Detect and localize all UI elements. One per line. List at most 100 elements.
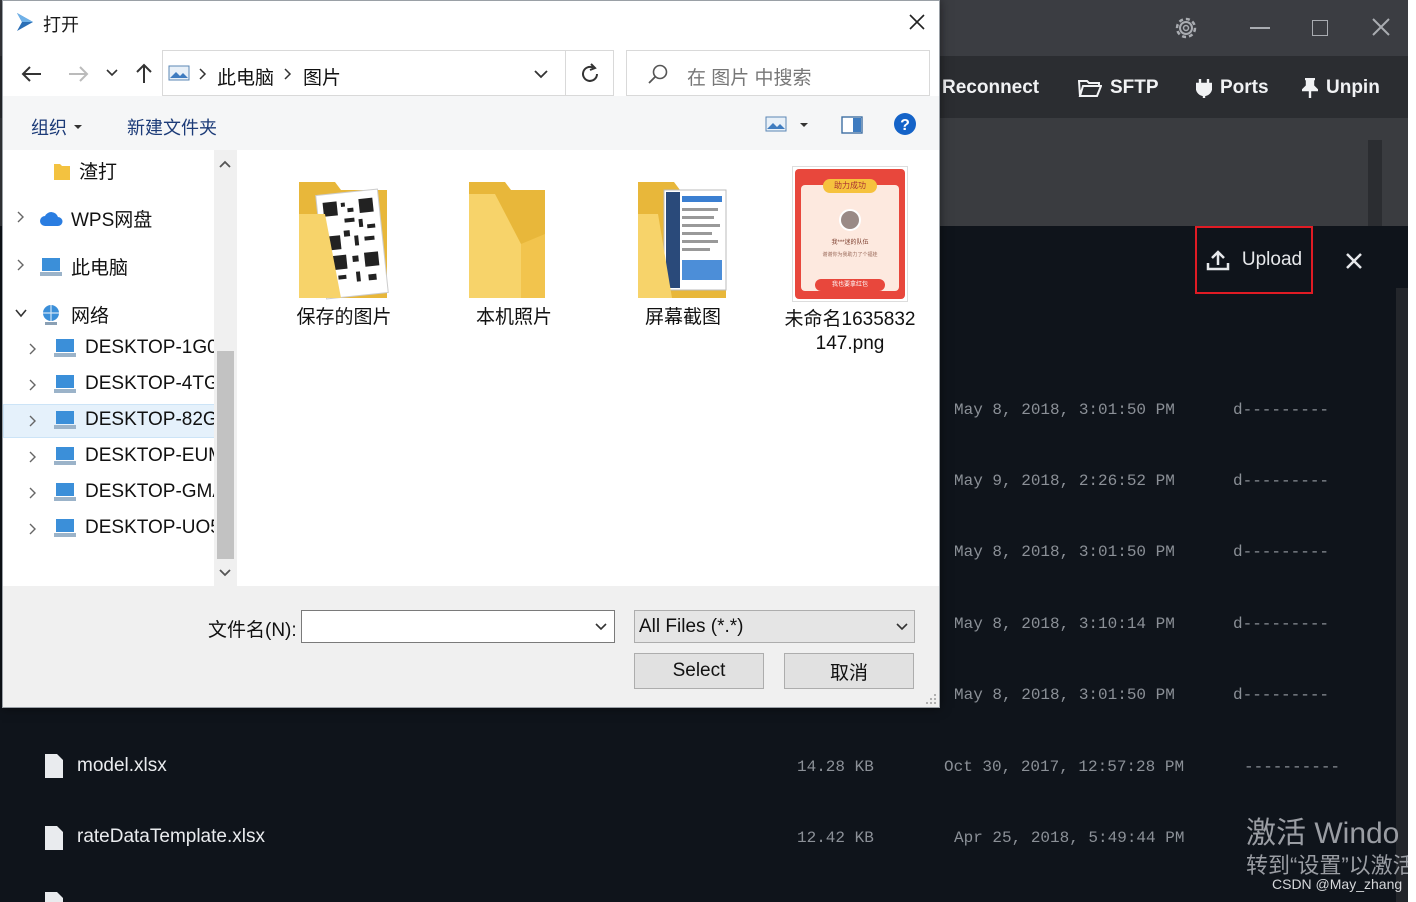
help-icon[interactable]: ?: [893, 112, 917, 136]
expand-chevron-icon[interactable]: [15, 211, 27, 223]
sidebar-item-desktop-4tg6[interactable]: DESKTOP-4TG6: [53, 373, 229, 395]
expand-chevron-icon[interactable]: [27, 415, 39, 427]
thumbnail-note: 谢谢你为我助力了个福娃: [822, 252, 878, 258]
new-folder-button[interactable]: 新建文件夹: [127, 114, 217, 140]
breadcrumb-item-pictures[interactable]: 图片: [303, 63, 341, 90]
breadcrumb-item-this-pc[interactable]: 此电脑: [217, 63, 274, 90]
refresh-icon[interactable]: [579, 63, 601, 85]
collapse-chevron-icon[interactable]: [15, 307, 27, 319]
caret-down-icon[interactable]: [799, 121, 809, 129]
search-icon: [648, 64, 668, 84]
folder-row-perms: d---------: [1233, 615, 1330, 633]
expand-chevron-icon[interactable]: [27, 487, 39, 499]
folder-tile-screenshots[interactable]: 屏幕截图: [618, 174, 748, 334]
folder-icon: [54, 163, 70, 180]
unpin-label: Unpin: [1326, 77, 1380, 98]
expand-chevron-icon[interactable]: [27, 523, 39, 535]
reconnect-button[interactable]: Reconnect: [942, 74, 1039, 102]
breadcrumb-chevron-icon: [284, 68, 292, 80]
back-arrow-icon[interactable]: [19, 61, 45, 87]
sidebar-item-network[interactable]: 网络: [39, 301, 109, 328]
preview-pane-icon[interactable]: [841, 116, 863, 134]
filename-history-chevron-icon[interactable]: [594, 622, 608, 632]
organize-label: 组织: [31, 118, 67, 138]
strip-scrollbar[interactable]: [1368, 140, 1382, 226]
table-row[interactable]: model.xlsx 14.28 KB Oct 30, 2017, 12:57:…: [0, 740, 1390, 792]
file-perms: ----------: [1244, 758, 1341, 776]
unpin-button[interactable]: Unpin: [1302, 74, 1380, 102]
folder-row-date: May 8, 2018, 3:01:50 PM: [954, 686, 1175, 704]
upload-label: Upload: [1241, 249, 1303, 270]
thumbnail-team: 我***迷的队伍: [831, 240, 869, 246]
file-size: 12.42 KB: [797, 829, 874, 847]
filetype-select[interactable]: All Files (*.*): [634, 610, 915, 643]
tile-label: 保存的图片: [296, 307, 392, 328]
sidebar-item-label: DESKTOP-EUM: [85, 445, 225, 466]
ports-button[interactable]: Ports: [1196, 74, 1269, 102]
recent-locations-chevron-icon[interactable]: [105, 67, 119, 79]
sidebar-item-wps-drive[interactable]: WPS网盘: [39, 205, 152, 232]
up-arrow-icon[interactable]: [131, 61, 157, 87]
expand-chevron-icon[interactable]: [27, 379, 39, 391]
avatar: [839, 209, 861, 231]
thumbnail-button: 我也要拿红包: [815, 279, 885, 291]
folder-tile-camera-roll[interactable]: 本机照片: [449, 174, 579, 334]
folder-row-perms: d---------: [1233, 543, 1330, 561]
sidebar-item-desktop-eum[interactable]: DESKTOP-EUM: [53, 445, 224, 467]
cancel-button[interactable]: 取消: [784, 653, 914, 689]
command-bar: 组织 新建文件夹 ?: [3, 96, 939, 150]
sidebar-item-desktop-uo5i[interactable]: DESKTOP-UO5I: [53, 517, 226, 539]
navigation-scrollbar-thumb[interactable]: [217, 351, 234, 559]
sidebar-item-label: 渣打: [79, 162, 118, 183]
computer-icon: [54, 339, 76, 357]
image-tile-untitled-png[interactable]: 助力成功 我***迷的队伍 谢谢你为我助力了个福娃 我也要拿红包 未命名1635…: [780, 164, 920, 384]
view-options-icon[interactable]: [765, 116, 787, 132]
sidebar-item-label: 此电脑: [71, 258, 129, 279]
close-icon[interactable]: [1370, 16, 1392, 38]
close-panel-icon[interactable]: [1340, 247, 1368, 275]
minimize-icon[interactable]: [1250, 27, 1270, 29]
scroll-up-icon[interactable]: [218, 159, 232, 169]
resize-grip-icon[interactable]: [925, 693, 937, 705]
organize-menu[interactable]: 组织: [31, 114, 83, 140]
expand-chevron-icon[interactable]: [27, 451, 39, 463]
file-size: 14.28 KB: [797, 758, 874, 776]
pin-icon: [1302, 78, 1318, 98]
computer-icon: [54, 519, 76, 537]
thumbnail-banner: 助力成功: [823, 179, 877, 193]
pictures-library-icon: [168, 65, 190, 81]
close-icon[interactable]: [906, 11, 928, 33]
adjacent-window-edge: [1408, 0, 1416, 902]
table-row[interactable]: rateDataTemplate.xlsx 12.42 KB Apr 25, 2…: [0, 812, 1390, 864]
scroll-down-icon[interactable]: [218, 568, 232, 578]
sidebar-item-label: DESKTOP-4TG6: [85, 373, 230, 394]
sidebar-item-zhada[interactable]: 渣打: [53, 157, 117, 184]
folder-open-icon: [1078, 80, 1102, 97]
expand-chevron-icon[interactable]: [27, 343, 39, 355]
computer-icon: [40, 257, 62, 276]
filename-input[interactable]: [301, 610, 615, 643]
maximize-icon[interactable]: [1312, 20, 1328, 36]
sidebar-item-desktop-1g0c[interactable]: DESKTOP-1G0C: [53, 337, 231, 359]
folder-with-qr-icon: [299, 182, 389, 300]
forward-arrow-icon[interactable]: [65, 61, 91, 87]
expand-chevron-icon[interactable]: [15, 259, 27, 271]
sftp-button[interactable]: SFTP: [1078, 74, 1159, 102]
activation-watermark: 激活 Windo: [1246, 817, 1400, 850]
cloud-icon: [40, 211, 63, 226]
thumbnail-card: 助力成功 我***迷的队伍 谢谢你为我助力了个福娃 我也要拿红包: [795, 169, 905, 299]
sidebar-item-this-pc[interactable]: 此电脑: [39, 253, 128, 280]
upload-button[interactable]: Upload: [1195, 226, 1313, 294]
search-input[interactable]: 在 图片 中搜索: [626, 50, 930, 96]
file-name: rateDataTemplate.xlsx: [77, 826, 265, 847]
gear-icon[interactable]: [1172, 14, 1200, 42]
image-thumbnail: 助力成功 我***迷的队伍 谢谢你为我助力了个福娃 我也要拿红包: [792, 166, 908, 302]
folder-tile-saved-pictures[interactable]: 保存的图片: [279, 174, 409, 334]
select-button[interactable]: Select: [634, 653, 764, 689]
sidebar-item-desktop-gma[interactable]: DESKTOP-GMA: [53, 481, 225, 503]
folder-row-date: May 8, 2018, 3:10:14 PM: [954, 615, 1175, 633]
breadcrumb-chevron-icon: [199, 68, 207, 80]
address-bar[interactable]: 此电脑 图片: [162, 50, 614, 96]
app-logo-icon: [17, 13, 33, 31]
address-dropdown-chevron-icon[interactable]: [533, 68, 549, 80]
